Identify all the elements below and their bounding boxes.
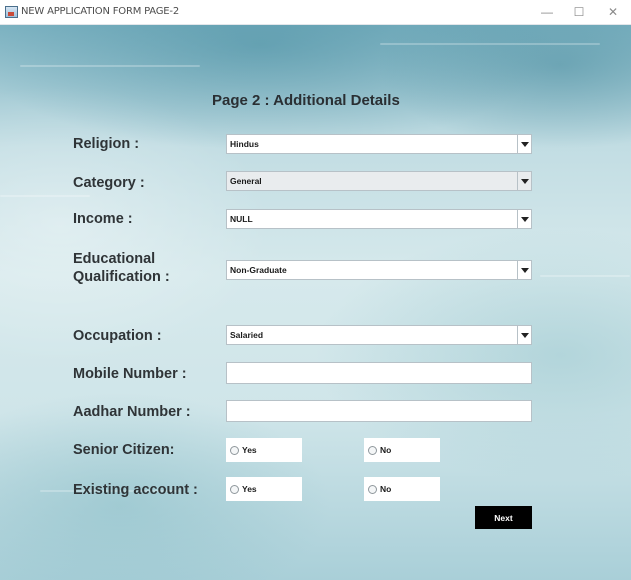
- minimize-icon[interactable]: —: [532, 3, 562, 21]
- background-streak: [380, 43, 600, 45]
- existing-account-yes-radio[interactable]: Yes: [226, 477, 302, 501]
- existing-account-label: Existing account :: [73, 482, 198, 498]
- dropdown-arrow-icon[interactable]: [517, 210, 531, 228]
- senior-citizen-label: Senior Citizen:: [73, 442, 175, 458]
- close-icon[interactable]: ✕: [598, 3, 628, 21]
- religion-label: Religion :: [73, 136, 140, 152]
- dropdown-arrow-icon[interactable]: [517, 135, 531, 153]
- aadhar-label: Aadhar Number :: [73, 404, 191, 420]
- income-label: Income :: [73, 211, 133, 227]
- dropdown-arrow-icon[interactable]: [517, 261, 531, 279]
- income-value: NULL: [230, 214, 253, 224]
- occupation-dropdown[interactable]: Salaried: [226, 325, 532, 345]
- senior-citizen-no-radio[interactable]: No: [364, 438, 440, 462]
- education-label: Educational Qualification :: [73, 250, 170, 286]
- radio-icon: [368, 445, 377, 455]
- radio-icon: [368, 484, 377, 494]
- existing-account-no-label: No: [380, 484, 392, 494]
- existing-account-yes-label: Yes: [242, 484, 257, 494]
- dropdown-arrow-icon[interactable]: [517, 326, 531, 344]
- education-label-line2: Qualification :: [73, 269, 170, 285]
- senior-citizen-yes-label: Yes: [242, 445, 257, 455]
- existing-account-no-radio[interactable]: No: [364, 477, 440, 501]
- category-value: General: [230, 176, 262, 186]
- radio-icon: [230, 445, 239, 455]
- next-button[interactable]: Next: [475, 506, 532, 529]
- occupation-label: Occupation :: [73, 328, 162, 344]
- background-streak: [0, 195, 90, 197]
- category-dropdown[interactable]: General: [226, 171, 532, 191]
- occupation-value: Salaried: [230, 330, 264, 340]
- mobile-number-input[interactable]: [226, 362, 532, 384]
- window-titlebar: NEW APPLICATION FORM PAGE-2 — ☐ ✕: [0, 0, 631, 25]
- religion-value: Hindus: [230, 139, 259, 149]
- religion-dropdown[interactable]: Hindus: [226, 134, 532, 154]
- senior-citizen-no-label: No: [380, 445, 392, 455]
- income-dropdown[interactable]: NULL: [226, 209, 532, 229]
- dropdown-arrow-icon[interactable]: [517, 172, 531, 190]
- senior-citizen-yes-radio[interactable]: Yes: [226, 438, 302, 462]
- mobile-label: Mobile Number :: [73, 366, 187, 382]
- window-title: NEW APPLICATION FORM PAGE-2: [21, 6, 179, 17]
- java-app-icon: [5, 6, 18, 18]
- radio-icon: [230, 484, 239, 494]
- education-dropdown[interactable]: Non-Graduate: [226, 260, 532, 280]
- education-value: Non-Graduate: [230, 265, 287, 275]
- education-label-line1: Educational: [73, 251, 156, 267]
- background-streak: [20, 65, 200, 67]
- form-panel: Page 2 : Additional Details Religion : H…: [0, 25, 631, 580]
- maximize-icon[interactable]: ☐: [564, 3, 594, 21]
- category-label: Category :: [73, 175, 145, 191]
- background-streak: [540, 275, 630, 277]
- aadhar-number-input[interactable]: [226, 400, 532, 422]
- page-title: Page 2 : Additional Details: [212, 92, 400, 109]
